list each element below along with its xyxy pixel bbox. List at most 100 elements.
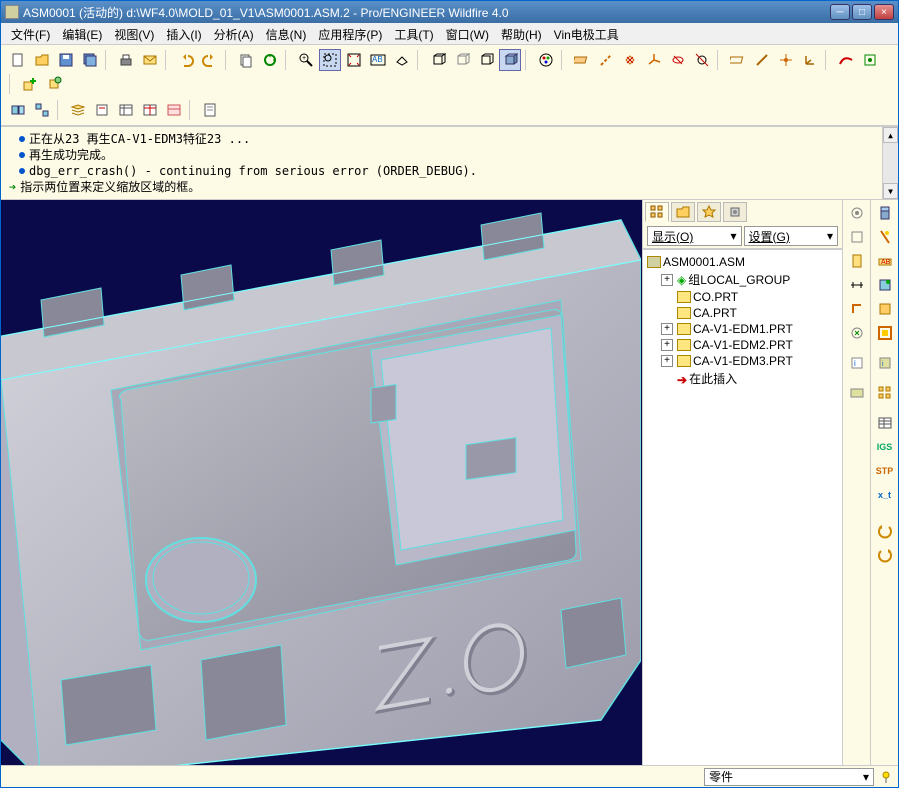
folder-tab[interactable] xyxy=(671,202,695,222)
menu-window[interactable]: 窗口(W) xyxy=(440,23,495,44)
pattern-button[interactable] xyxy=(874,382,896,404)
maximize-button[interactable]: □ xyxy=(852,4,872,20)
menu-apps[interactable]: 应用程序(P) xyxy=(312,23,388,44)
model-tree[interactable]: ASM0001.ASM +◈组LOCAL_GROUP CO.PRT CA.PRT… xyxy=(643,249,842,765)
explode-button[interactable] xyxy=(31,99,53,121)
menu-analysis[interactable]: 分析(A) xyxy=(208,23,260,44)
close-button[interactable]: × xyxy=(874,4,894,20)
create-point-button[interactable] xyxy=(775,49,797,71)
email-button[interactable] xyxy=(139,49,161,71)
shaded-button[interactable] xyxy=(499,49,521,71)
create-csys-button[interactable] xyxy=(799,49,821,71)
feature-info-button[interactable] xyxy=(199,99,221,121)
note-button[interactable]: i xyxy=(846,352,868,374)
tree-node-part[interactable]: CO.PRT xyxy=(647,289,838,305)
model-tree-tab[interactable] xyxy=(645,202,669,222)
tree-node-part[interactable]: +CA-V1-EDM1.PRT xyxy=(647,321,838,337)
expand-icon[interactable]: + xyxy=(661,323,673,335)
open-file-button[interactable] xyxy=(31,49,53,71)
selection-filter-combo[interactable]: 零件 xyxy=(704,768,874,786)
pick-button[interactable] xyxy=(846,226,868,248)
filter-button[interactable] xyxy=(846,250,868,272)
datum-point-toggle[interactable] xyxy=(619,49,641,71)
add-component-button[interactable] xyxy=(19,73,41,95)
no-hidden-button[interactable] xyxy=(475,49,497,71)
tree-node-group[interactable]: +◈组LOCAL_GROUP xyxy=(647,270,838,289)
save-button[interactable] xyxy=(55,49,77,71)
settings-dropdown[interactable]: 设置(G) xyxy=(744,226,839,246)
favorites-tab[interactable] xyxy=(697,202,721,222)
layers-button[interactable] xyxy=(67,99,89,121)
redo-button[interactable] xyxy=(199,49,221,71)
menu-view[interactable]: 视图(V) xyxy=(108,23,160,44)
orient-button[interactable] xyxy=(391,49,413,71)
create-plane-button[interactable] xyxy=(727,49,749,71)
minimize-button[interactable]: ─ xyxy=(830,4,850,20)
new-file-button[interactable] xyxy=(7,49,29,71)
menu-info[interactable]: 信息(N) xyxy=(260,23,313,44)
wireframe-button[interactable] xyxy=(427,49,449,71)
menu-insert[interactable]: 插入(I) xyxy=(160,23,207,44)
hole-button[interactable]: AB xyxy=(874,250,896,272)
3d-viewport[interactable] xyxy=(1,200,642,765)
sketch-button[interactable] xyxy=(835,49,857,71)
copy-button[interactable] xyxy=(235,49,257,71)
scroll-up-button[interactable]: ▲ xyxy=(883,127,898,143)
menu-edit[interactable]: 编辑(E) xyxy=(56,23,108,44)
repaint-button[interactable]: AB xyxy=(367,49,389,71)
saved-view-button[interactable] xyxy=(846,322,868,344)
menu-file[interactable]: 文件(F) xyxy=(5,23,56,44)
message-scrollbar[interactable]: ▲ ▼ xyxy=(882,127,898,199)
tree-root[interactable]: ASM0001.ASM xyxy=(647,254,838,270)
export-igs-button[interactable]: IGS xyxy=(874,436,896,458)
find-button[interactable] xyxy=(91,99,113,121)
table-button[interactable] xyxy=(874,412,896,434)
zoom-in-button[interactable]: + xyxy=(295,49,317,71)
datum-plane-toggle[interactable] xyxy=(571,49,593,71)
scroll-down-button[interactable]: ▼ xyxy=(883,183,898,199)
datum-csys-toggle[interactable] xyxy=(643,49,665,71)
export-stp-button[interactable]: STP xyxy=(874,460,896,482)
create-component-button[interactable] xyxy=(43,73,65,95)
appearance-button[interactable] xyxy=(535,49,557,71)
undo-side-button[interactable] xyxy=(874,520,896,542)
regenerate-button[interactable] xyxy=(259,49,281,71)
connections-tab[interactable] xyxy=(723,202,747,222)
undo-button[interactable] xyxy=(175,49,197,71)
menu-help[interactable]: 帮助(H) xyxy=(495,23,548,44)
shell-button[interactable] xyxy=(874,322,896,344)
hidden-line-button[interactable] xyxy=(451,49,473,71)
expand-icon[interactable]: + xyxy=(661,274,673,286)
draft-button[interactable]: i xyxy=(874,352,896,374)
view-manager-button[interactable] xyxy=(7,99,29,121)
chamfer-button[interactable] xyxy=(874,298,896,320)
annotation-toggle[interactable] xyxy=(667,49,689,71)
datum-axis-toggle[interactable] xyxy=(595,49,617,71)
revolve-button[interactable] xyxy=(874,226,896,248)
zoom-fit-button[interactable] xyxy=(343,49,365,71)
annotation-button[interactable] xyxy=(846,382,868,404)
create-axis-button[interactable] xyxy=(751,49,773,71)
measure-button[interactable] xyxy=(846,274,868,296)
tree-node-part[interactable]: CA.PRT xyxy=(647,305,838,321)
relations-button[interactable] xyxy=(163,99,185,121)
print-button[interactable] xyxy=(115,49,137,71)
family-table-button[interactable] xyxy=(115,99,137,121)
expand-icon[interactable]: + xyxy=(661,339,673,351)
expand-icon[interactable]: + xyxy=(661,355,673,367)
export-xt-button[interactable]: x_t xyxy=(874,484,896,506)
menu-tools[interactable]: 工具(T) xyxy=(388,23,439,44)
parameters-button[interactable] xyxy=(139,99,161,121)
round-button[interactable] xyxy=(874,274,896,296)
select-button[interactable] xyxy=(846,202,868,224)
spin-center-toggle[interactable] xyxy=(691,49,713,71)
tree-node-part[interactable]: +CA-V1-EDM2.PRT xyxy=(647,337,838,353)
save-copy-button[interactable] xyxy=(79,49,101,71)
menu-vin[interactable]: Vin电极工具 xyxy=(548,23,625,44)
tree-insert-here[interactable]: ➔在此插入 xyxy=(647,369,838,388)
show-dropdown[interactable]: 显示(O) xyxy=(647,226,742,246)
redo-side-button[interactable] xyxy=(874,544,896,566)
zoom-window-button[interactable] xyxy=(319,49,341,71)
analysis-button[interactable] xyxy=(859,49,881,71)
extrude-button[interactable] xyxy=(874,202,896,224)
